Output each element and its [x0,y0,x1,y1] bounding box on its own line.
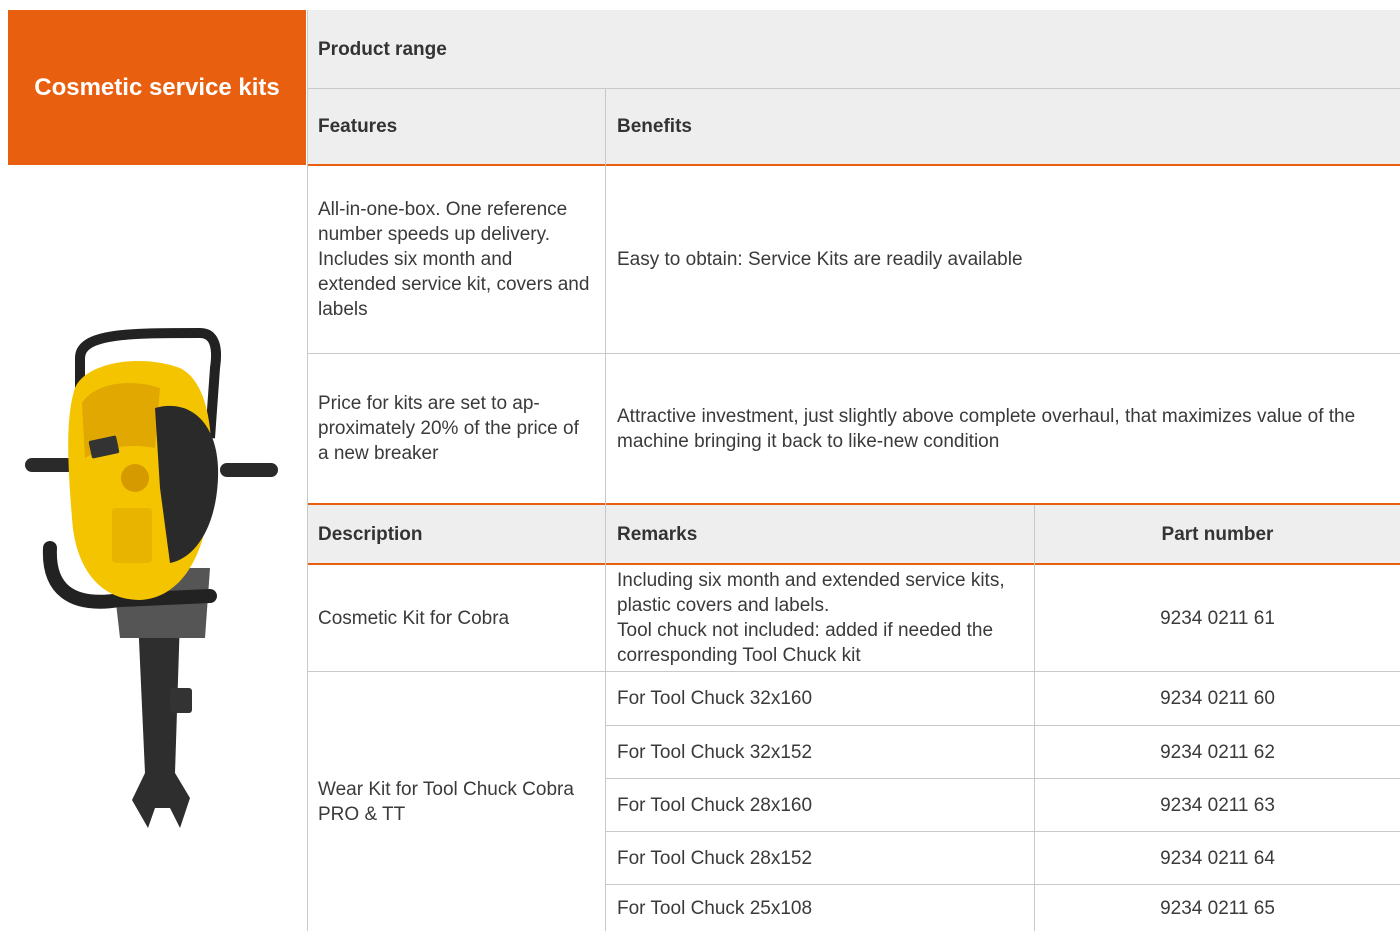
features-header: Features [307,89,605,164]
part-number-header-label: Part number [1161,523,1274,545]
feature-cell: All-in-one-box. One reference number spe… [307,166,605,353]
features-header-label: Features [318,116,398,137]
description-header: Description [307,505,605,563]
part-number-text: 9234 0211 64 [1160,847,1275,869]
part-number-text: 9234 0211 60 [1160,688,1275,709]
description-text: Wear Kit for Tool Chuck Cobra PRO & TT [318,778,574,825]
part-number-text: 9234 0211 62 [1160,741,1275,763]
description-header-label: Description [318,523,423,545]
breaker-machine-image [25,328,278,828]
description-cell: Wear Kit for Tool Chuck Cobra PRO & TT [307,672,605,931]
remarks-header-label: Remarks [617,523,698,545]
title-block: Cosmetic service kits [8,10,306,165]
part-number-text: 9234 0211 61 [1160,607,1275,629]
column-divider [1034,505,1035,931]
benefit-cell: Easy to obtain: Service Kits are readily… [606,166,1400,353]
remarks-text: For Tool Chuck 32x160 [617,688,813,709]
part-number-cell: 9234 0211 65 [1035,885,1400,931]
product-range-header: Product range [307,10,1400,88]
remarks-cell: For Tool Chuck 25x108 [606,885,1034,931]
page-title: Cosmetic service kits [34,73,280,101]
column-divider [605,89,606,931]
benefit-cell: Attractive investment, just slightly abo… [606,354,1400,503]
feature-cell: Price for kits are set to ap-proximately… [307,354,605,503]
remarks-cell: For Tool Chuck 32x160 [606,672,1034,725]
remarks-text: For Tool Chuck 28x160 [617,794,813,816]
part-number-header: Part number [1035,505,1400,563]
remarks-text: For Tool Chuck 25x108 [617,897,813,919]
part-number-cell: 9234 0211 64 [1035,832,1400,884]
benefit-text: Easy to obtain: Service Kits are readily… [617,249,1023,270]
feature-text: All-in-one-box. One reference number spe… [318,199,590,320]
feature-text: Price for kits are set to ap-proximately… [318,393,579,464]
remarks-cell: For Tool Chuck 32x152 [606,726,1034,778]
benefit-text: Attractive investment, just slightly abo… [617,405,1356,452]
remarks-text: For Tool Chuck 28x152 [617,847,813,869]
part-number-cell: 9234 0211 60 [1035,672,1400,725]
part-number-cell: 9234 0211 62 [1035,726,1400,778]
remarks-text: Including six month and extended service… [617,570,1005,666]
benefits-header: Benefits [606,89,1400,164]
part-number-text: 9234 0211 63 [1160,794,1275,816]
remarks-header: Remarks [606,505,1034,563]
column-divider [307,10,308,931]
remarks-cell: For Tool Chuck 28x160 [606,779,1034,831]
product-range-label: Product range [318,38,447,60]
description-text: Cosmetic Kit for Cobra [318,607,510,629]
benefits-header-label: Benefits [617,116,692,137]
part-number-text: 9234 0211 65 [1160,897,1275,919]
description-cell: Cosmetic Kit for Cobra [307,565,605,671]
part-number-cell: 9234 0211 63 [1035,779,1400,831]
part-number-cell: 9234 0211 61 [1035,565,1400,671]
remarks-text: For Tool Chuck 32x152 [617,741,813,763]
remarks-cell: Including six month and extended service… [606,565,1034,671]
remarks-cell: For Tool Chuck 28x152 [606,832,1034,884]
